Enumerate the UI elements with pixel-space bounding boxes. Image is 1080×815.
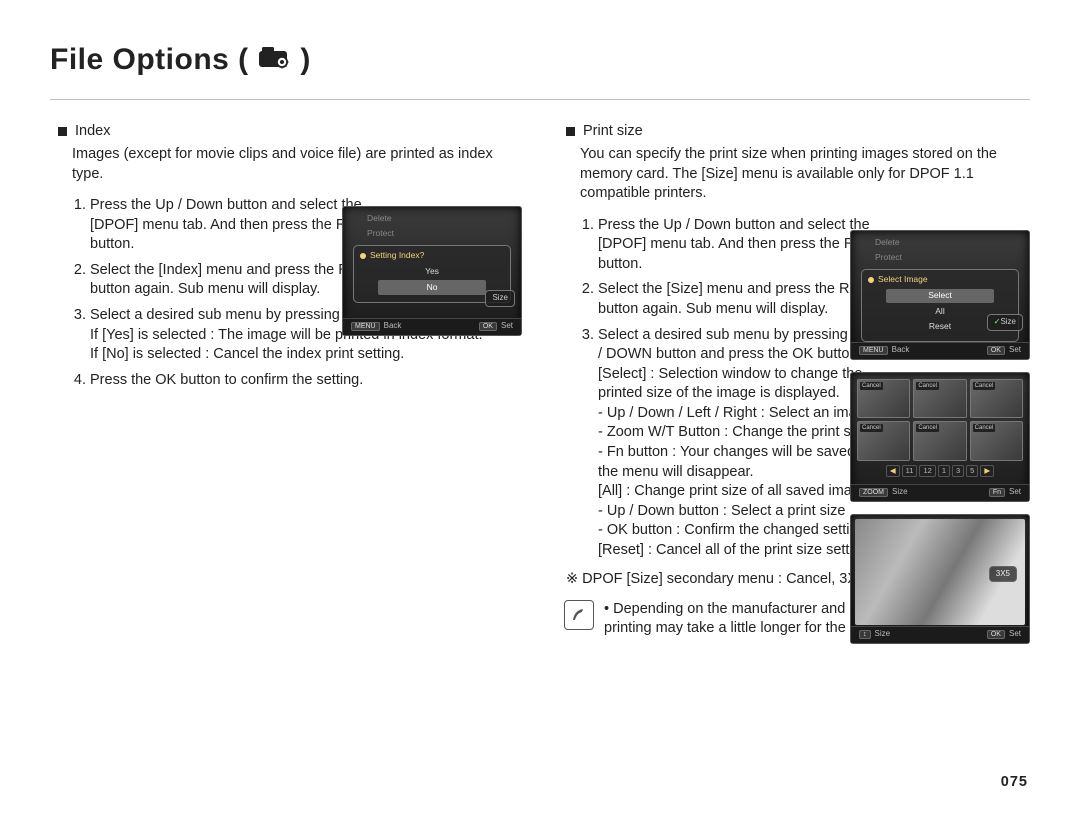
pager-left-icon: ◀ [886,465,900,477]
lcd-r1-set: Set [1009,345,1021,354]
thumb-tag: Cancel [973,424,996,432]
lcd-r1-ok-btn: OK [987,346,1005,355]
pager-num: 3 [952,465,964,477]
index-intro: Images (except for movie clips and voice… [72,145,522,184]
pager-num: 1 [938,465,950,477]
lcd-footbar: MENU Back OK Set [343,318,521,335]
lcd-r2-footbar: ZOOM Size Fn Set [851,484,1029,501]
lcd-ok-btn: OK [479,322,497,331]
two-column-layout: Index Images (except for movie clips and… [50,122,1030,640]
page-number: 075 [1001,773,1028,793]
page-title-text: File Options ( [50,43,249,76]
lcd-index-dialog: Delete Protect Setting Index? Yes No Siz… [342,206,522,336]
pager-right-icon: ▶ [980,465,994,477]
lcd-back-label: Back [384,321,402,330]
thumb-tag: Cancel [860,382,883,390]
printsize-heading-text: Print size [583,122,643,142]
lcd-dialog-title: Setting Index? [360,250,504,261]
lcd-r2-zoom-btn: ZOOM [859,488,888,497]
thumb: Cancel [913,421,966,461]
lcd-r1-footbar: MENU Back OK Set [851,342,1029,359]
index-step-4: Press the OK button to confirm the setti… [90,371,522,391]
left-column: Index Images (except for movie clips and… [50,122,522,640]
lcd-r3-footbar: ↕ Size OK Set [851,626,1029,643]
lcd-r2-size: Size [892,487,908,496]
lcd-opt-no: No [378,280,486,294]
pager-num: 12 [919,465,935,477]
lcd-r1-dialog: Select Image Select All Reset [861,269,1019,342]
lcd-set-label: Set [501,321,513,330]
index-heading-text: Index [75,122,110,142]
thumb-tag: Cancel [973,382,996,390]
file-options-icon [258,40,292,81]
right-column: Print size You can specify the print siz… [558,122,1030,640]
square-bullet-icon [566,127,575,136]
thumb: Cancel [913,379,966,419]
lcd-r1-side-size: Size [987,314,1023,331]
lcd-opt-yes: Yes [378,265,486,279]
pager-num: 11 [902,465,918,477]
size-overlay: 3X5 [989,566,1017,583]
lcd-r1-back: Back [892,345,910,354]
title-separator [50,99,1030,100]
thumb-tag: Cancel [916,424,939,432]
thumb-tag: Cancel [860,424,883,432]
lcd-r3-updown-btn: ↕ [859,630,871,639]
index-heading: Index [58,122,522,142]
lcd-select-image: Delete Protect Select Image Select All R… [850,230,1030,360]
lcd-r3-set: Set [1009,629,1021,638]
page-title: File Options ( ) [50,40,311,81]
lcd-r3-ok-btn: OK [987,630,1005,639]
lcd-r1-opt-reset: Reset [886,320,994,334]
lcd-r3-size: Size [875,629,891,638]
lcd-menu-btn: MENU [351,322,380,331]
thumb: Cancel [970,379,1023,419]
page-title-row: File Options ( ) [50,40,1030,81]
lcd-r1-tab-delete: Delete [875,237,1023,248]
page-title-close: ) [300,43,311,76]
lcd-r1-tab-protect: Protect [875,252,1023,263]
thumb: Cancel [857,379,910,419]
thumb: Cancel [857,421,910,461]
thumb-pager: ◀ 11 12 1 3 5 ▶ [851,465,1029,477]
printsize-intro: You can specify the print size when prin… [580,145,1030,204]
pager-num: 5 [966,465,978,477]
square-bullet-icon [58,127,67,136]
lcd-photo-overlay: 3X5 ↕ Size OK Set [850,514,1030,644]
lcd-r2-fn-btn: Fn [989,488,1005,497]
printsize-heading: Print size [566,122,1030,142]
lcd-r1-opt-all: All [886,304,994,318]
lcd-r1-menu-btn: MENU [859,346,888,355]
lcd-tab-protect: Protect [367,228,515,239]
thumb-tag: Cancel [916,382,939,390]
manual-page: File Options ( ) [0,0,1080,815]
lcd-tab-delete: Delete [367,213,515,224]
note-icon [564,600,594,630]
index-step-3-no: If [No] is selected : Cancel the index p… [90,345,522,365]
thumb: Cancel [970,421,1023,461]
lcd-r1-title: Select Image [868,274,1012,285]
lcd-thumbnail-grid: Cancel Cancel Cancel Cancel Cancel Cance… [850,372,1030,502]
lcd-r2-set: Set [1009,487,1021,496]
lcd-r1-opt-select: Select [886,289,994,303]
lcd-side-size: Size [485,290,515,307]
